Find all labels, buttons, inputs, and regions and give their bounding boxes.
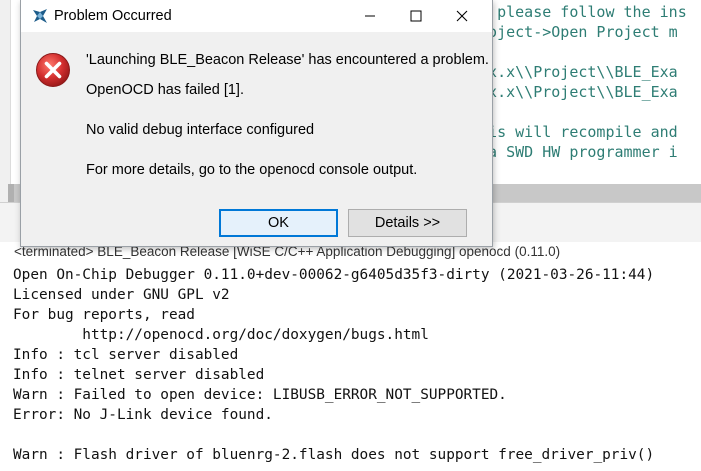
console-line: Licensed under GNU GPL v2: [13, 287, 230, 303]
editor-gutter: [0, 0, 11, 202]
editor-line: x.x.x\\Project\\BLE_Exa: [470, 83, 678, 101]
problem-occurred-dialog: Problem Occurred 'Launching BLE_Beacon R…: [20, 0, 493, 247]
error-icon: [35, 52, 71, 88]
close-icon: [456, 10, 468, 22]
console-line: http://openocd.org/doc/doxygen/bugs.html: [13, 327, 429, 343]
details-button[interactable]: Details >>: [348, 209, 467, 237]
error-reason: OpenOCD has failed [1].: [86, 82, 244, 98]
error-hint: For more details, go to the openocd cons…: [86, 162, 418, 178]
maximize-button[interactable]: [393, 0, 439, 32]
editor-line: x.x.x\\Project\\BLE_Exa: [470, 63, 678, 81]
scrollbar-thumb[interactable]: [8, 184, 14, 202]
maximize-icon: [410, 10, 422, 22]
error-message: 'Launching BLE_Beacon Release' has encou…: [86, 52, 489, 68]
close-button[interactable]: [439, 0, 485, 32]
console-line: For bug reports, read: [13, 307, 195, 323]
console-output[interactable]: Open On-Chip Debugger 0.11.0+dev-00062-g…: [13, 265, 701, 465]
error-detail: No valid debug interface configured: [86, 122, 315, 138]
ok-button[interactable]: OK: [219, 209, 338, 237]
eclipse-app-icon: [31, 7, 49, 25]
console-line: Warn : Failed to open device: LIBUSB_ERR…: [13, 387, 507, 403]
editor-line: M, please follow the ins: [470, 3, 687, 21]
console-line: Info : telnet server disabled: [13, 367, 265, 383]
dialog-body: 'Launching BLE_Beacon Release' has encou…: [21, 32, 492, 246]
minimize-button[interactable]: [347, 0, 393, 32]
console-line: Error: No J-Link device found.: [13, 407, 273, 423]
console-line: Warn : Flash driver of bluenrg-2.flash d…: [13, 447, 655, 463]
dialog-title: Problem Occurred: [54, 8, 172, 24]
editor-line: This will recompile and: [470, 123, 678, 141]
editor-line: Project->Open Project m: [470, 23, 678, 41]
console-line: Info : tcl server disabled: [13, 347, 239, 363]
editor-line: t a SWD HW programmer i: [470, 143, 678, 161]
minimize-icon: [365, 15, 375, 17]
console-line: Open On-Chip Debugger 0.11.0+dev-00062-g…: [13, 267, 655, 283]
dialog-titlebar[interactable]: Problem Occurred: [21, 0, 492, 32]
